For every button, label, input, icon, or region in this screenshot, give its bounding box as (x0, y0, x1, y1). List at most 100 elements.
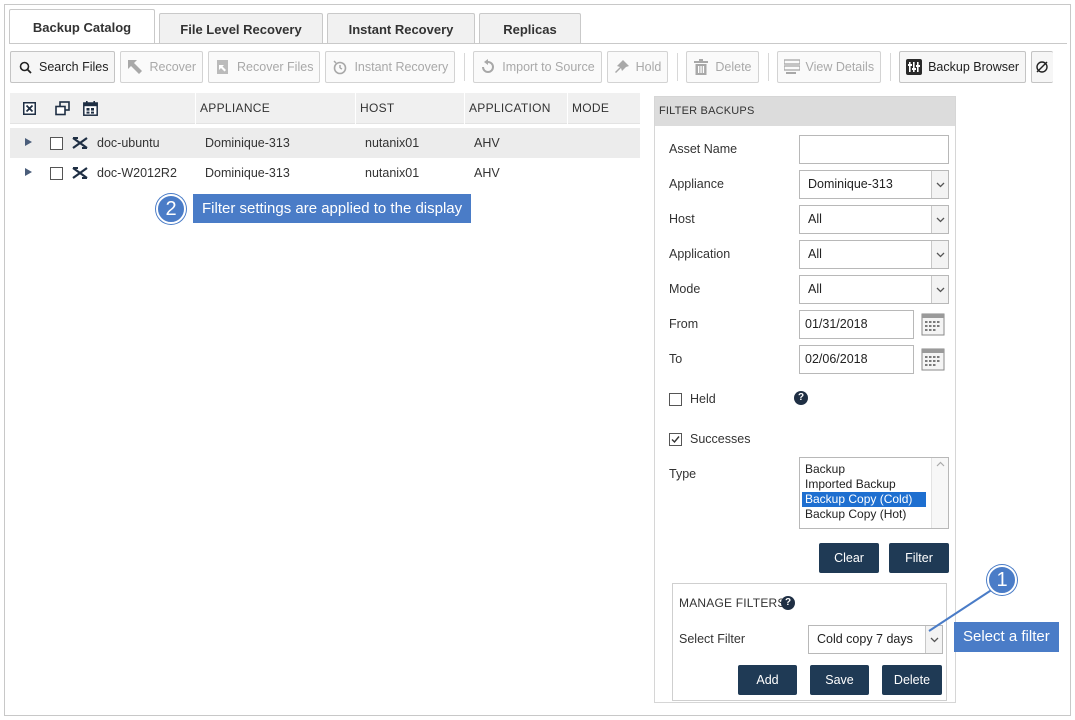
recover-label: Recover (149, 60, 197, 74)
column-header-host[interactable]: HOST (355, 93, 463, 124)
chevron-down-icon[interactable] (931, 276, 948, 303)
asset-name-label: Asset Name (669, 142, 738, 156)
successes-label: Successes (690, 432, 751, 446)
view-details-button[interactable]: View Details (776, 51, 882, 83)
add-filter-button[interactable]: Add (738, 665, 797, 695)
backup-browser-button[interactable]: Backup Browser (899, 51, 1027, 83)
row-checkbox[interactable] (50, 167, 63, 180)
tab-underline (9, 43, 1067, 44)
row-appliance: Dominique-313 (205, 136, 290, 150)
instant-recovery-button[interactable]: Instant Recovery (325, 51, 456, 83)
search-files-button[interactable]: Search Files (10, 51, 116, 83)
listbox-scrollbar[interactable] (931, 458, 948, 528)
type-option-selected[interactable]: Backup Copy (Cold) (802, 492, 926, 507)
delete-filter-button[interactable]: Delete (882, 665, 942, 695)
to-date-input[interactable]: 02/06/2018 (799, 345, 914, 374)
host-select[interactable]: All (799, 205, 949, 234)
mode-select[interactable]: All (799, 275, 949, 304)
appliance-label: Appliance (669, 177, 724, 191)
held-label: Held (690, 392, 716, 406)
chevron-down-icon[interactable] (931, 241, 948, 268)
expand-arrow-icon[interactable] (25, 168, 32, 176)
tab-instant-recovery[interactable]: Instant Recovery (327, 13, 475, 44)
type-label: Type (669, 467, 697, 481)
tab-file-level-recovery[interactable]: File Level Recovery (159, 13, 323, 44)
calendar-icon[interactable] (921, 347, 945, 371)
manage-filters-title: MANAGE FILTERS (679, 596, 786, 610)
appliance-select-value: Dominique-313 (808, 177, 893, 191)
recover-button[interactable]: Recover (120, 51, 204, 83)
select-filter-dropdown[interactable]: Cold copy 7 days (808, 625, 943, 654)
host-select-value: All (808, 212, 822, 226)
save-filter-button[interactable]: Save (810, 665, 869, 695)
row-host: nutanix01 (365, 136, 420, 150)
tool-icon (1035, 59, 1049, 75)
filter-button[interactable]: Filter (889, 543, 949, 573)
hold-label: Hold (635, 60, 662, 74)
held-checkbox[interactable] (669, 393, 682, 406)
backup-browser-label: Backup Browser (928, 60, 1020, 74)
type-option[interactable]: Imported Backup (800, 477, 924, 492)
step-1-callout: Select a filter (954, 622, 1059, 652)
to-label: To (669, 352, 683, 366)
backup-browser-icon (906, 59, 923, 75)
column-header-application[interactable]: APPLICATION (464, 93, 566, 124)
toolbar: Search Files Recover Recover Files Insta… (10, 51, 1058, 83)
tab-replicas[interactable]: Replicas (479, 13, 581, 44)
restore-window-icon[interactable] (55, 101, 70, 116)
details-icon (783, 59, 800, 75)
from-label: From (669, 317, 699, 331)
mode-select-value: All (808, 282, 822, 296)
chevron-down-icon[interactable] (931, 206, 948, 233)
checkmark-icon (671, 436, 680, 444)
type-option[interactable]: Backup Copy (Hot) (800, 507, 924, 522)
row-application: AHV (474, 166, 500, 180)
application-select[interactable]: All (799, 240, 949, 269)
help-icon[interactable]: ? (794, 391, 808, 405)
chevron-down-icon[interactable] (931, 171, 948, 198)
delete-button[interactable]: Delete (686, 51, 759, 83)
calendar-icon[interactable] (921, 312, 945, 336)
application-label: Application (669, 247, 731, 261)
column-header-mode[interactable]: MODE (567, 93, 640, 124)
expand-arrow-icon[interactable] (25, 138, 32, 146)
hold-button[interactable]: Hold (606, 51, 669, 83)
calendar-icon[interactable] (83, 101, 98, 116)
recover-files-button[interactable]: Recover Files (208, 51, 321, 83)
successes-checkbox[interactable] (669, 433, 682, 446)
import-to-source-button[interactable]: Import to Source (473, 51, 602, 83)
search-icon (17, 59, 33, 75)
row-application: AHV (474, 136, 500, 150)
overflow-tool-button[interactable] (1031, 51, 1054, 83)
pin-icon (614, 59, 630, 75)
delete-label: Delete (715, 60, 752, 74)
toolbar-divider (677, 53, 679, 81)
vm-icon (72, 137, 88, 149)
help-icon[interactable]: ? (781, 596, 795, 610)
table-header: APPLIANCE HOST APPLICATION MODE (10, 93, 640, 124)
appliance-select[interactable]: Dominique-313 (799, 170, 949, 199)
tab-backup-catalog[interactable]: Backup Catalog (9, 9, 155, 44)
application-select-value: All (808, 247, 822, 261)
toolbar-divider (464, 53, 466, 81)
type-listbox[interactable]: Backup Imported Backup Backup Copy (Cold… (799, 457, 949, 529)
row-name: doc-W2012R2 (97, 166, 177, 180)
instant-recovery-icon (332, 59, 348, 75)
tab-bar: Backup Catalog File Level Recovery Insta… (9, 9, 585, 44)
manage-filters-box: MANAGE FILTERS ? Select Filter Cold copy… (672, 583, 947, 701)
vm-icon (72, 167, 88, 179)
table-row[interactable]: doc-ubuntu Dominique-313 nutanix01 AHV (10, 128, 640, 158)
from-date-input[interactable]: 01/31/2018 (799, 310, 914, 339)
clear-selection-icon[interactable] (23, 102, 36, 115)
type-option[interactable]: Backup (800, 462, 924, 477)
filter-backups-panel: FILTER BACKUPS Asset Name Appliance Domi… (654, 96, 956, 703)
column-header-appliance[interactable]: APPLIANCE (195, 93, 354, 124)
scroll-up-icon[interactable] (932, 458, 949, 470)
table-row[interactable]: doc-W2012R2 Dominique-313 nutanix01 AHV (10, 158, 640, 188)
row-checkbox[interactable] (50, 137, 63, 150)
clear-button[interactable]: Clear (819, 543, 879, 573)
toolbar-divider (767, 53, 769, 81)
toolbar-divider (890, 53, 892, 81)
asset-name-input[interactable] (799, 135, 949, 164)
host-label: Host (669, 212, 695, 226)
